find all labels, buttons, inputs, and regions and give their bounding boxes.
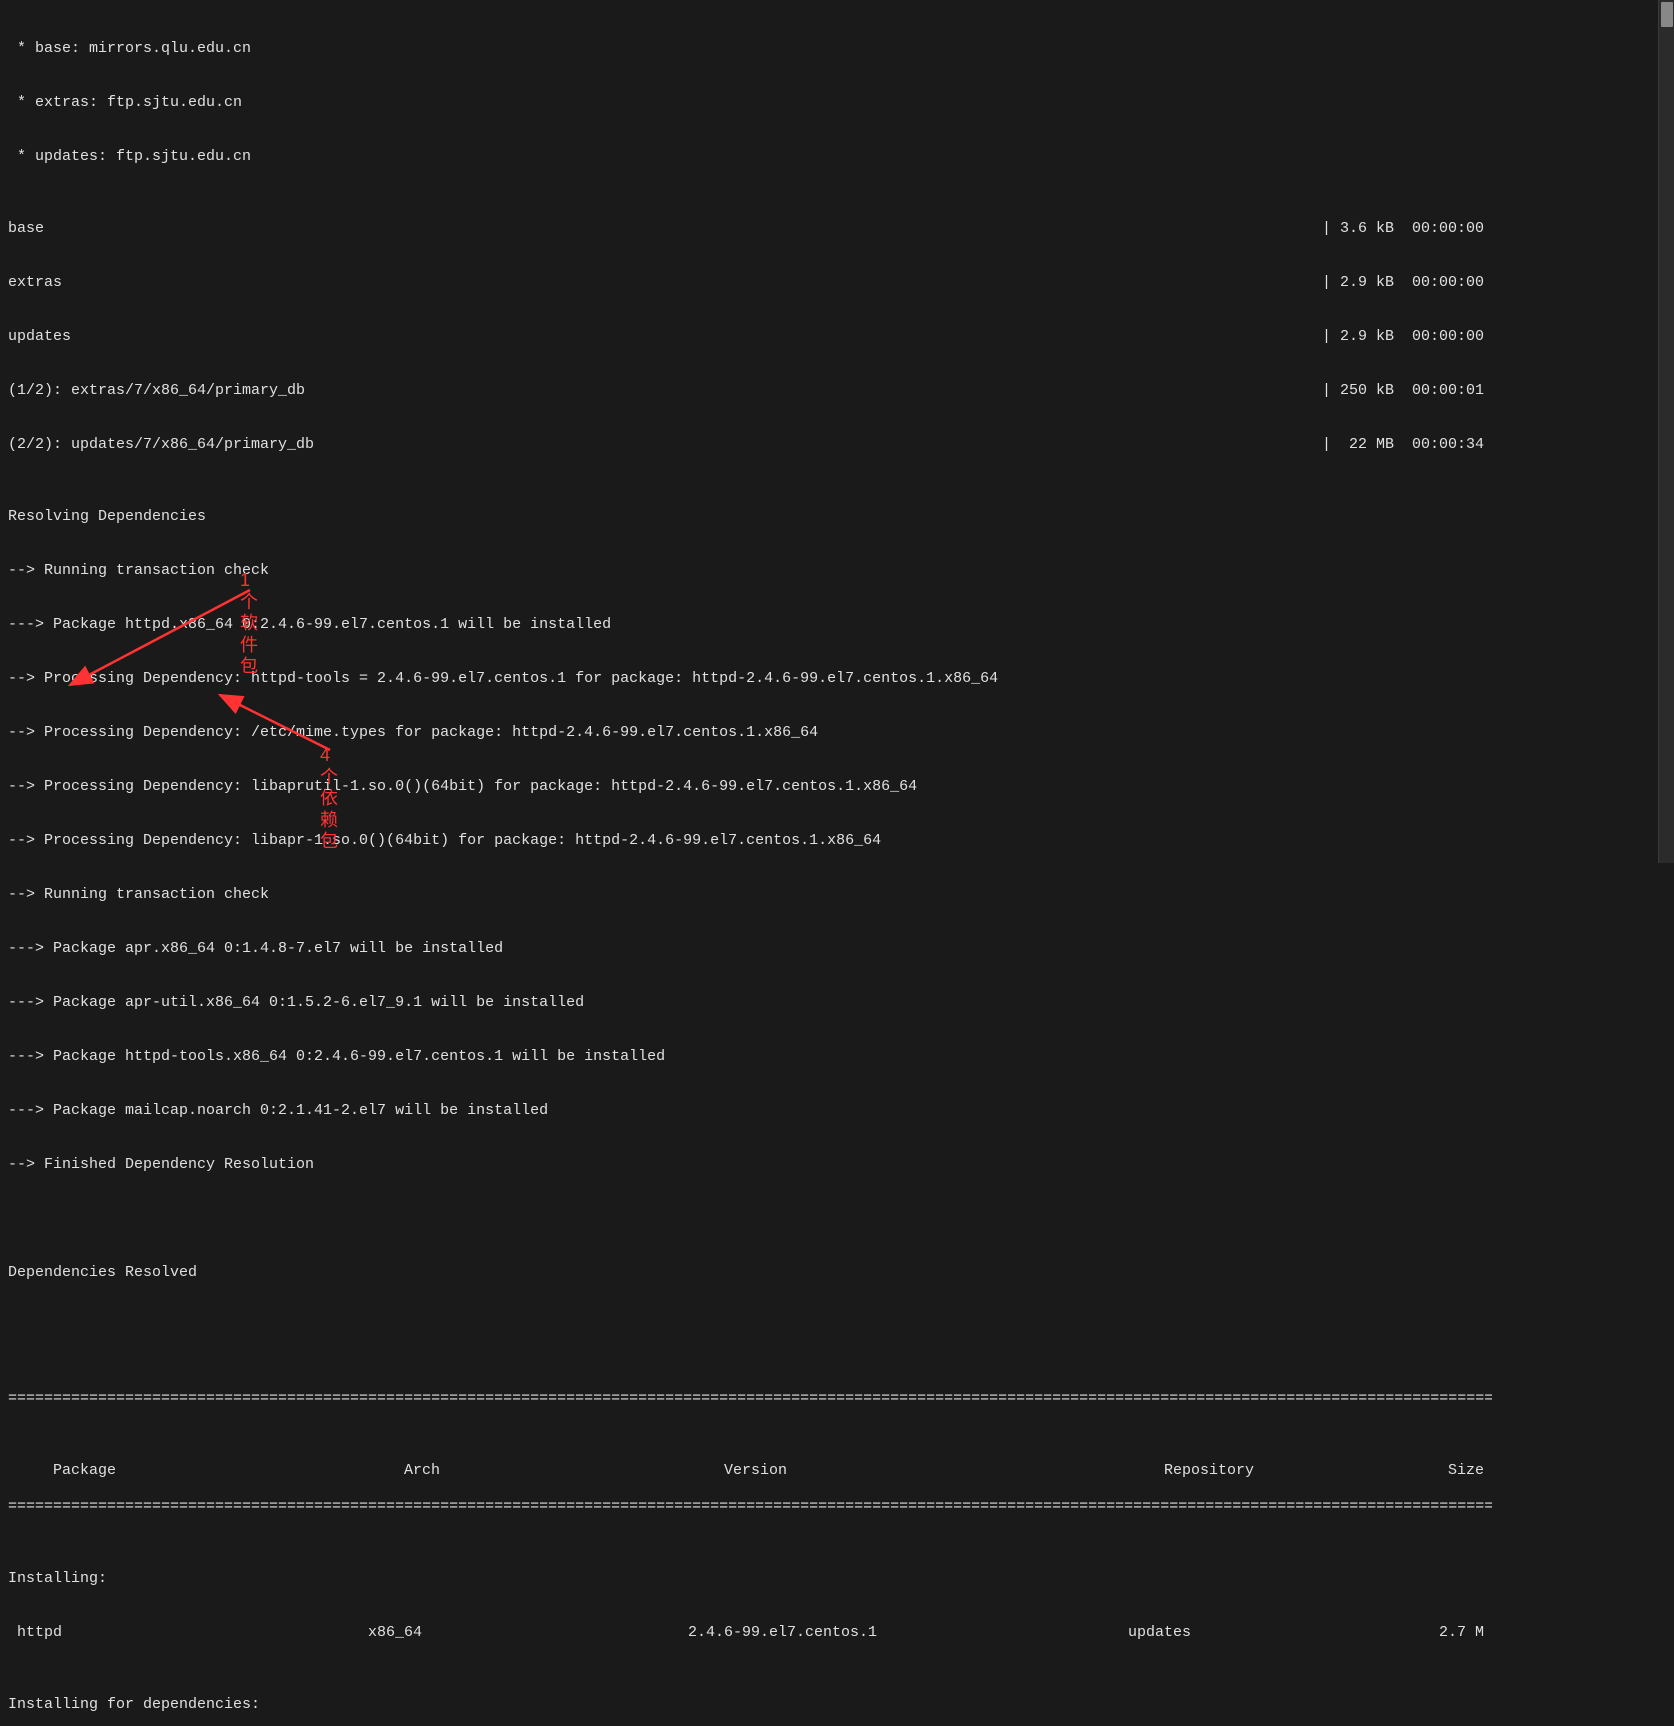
dep-line: --> Running transaction check: [8, 886, 1492, 904]
repo-row: (2/2): updates/7/x86_64/primary_db| 22 M…: [8, 436, 1492, 454]
section-installing: Installing:: [8, 1570, 1492, 1588]
table-header: PackageArchVersionRepositorySize: [8, 1444, 1492, 1462]
blank-line: [8, 1318, 1492, 1336]
mirror-extras: * extras: ftp.sjtu.edu.cn: [8, 94, 1492, 112]
blank-line: [8, 1210, 1492, 1228]
table-row: httpdx86_642.4.6-99.el7.centos.1updates2…: [8, 1624, 1492, 1642]
repo-row: (1/2): extras/7/x86_64/primary_db| 250 k…: [8, 382, 1492, 400]
dep-line: --> Finished Dependency Resolution: [8, 1156, 1492, 1174]
dep-line: ---> Package httpd.x86_64 0:2.4.6-99.el7…: [8, 616, 1492, 634]
repo-row: base| 3.6 kB 00:00:00: [8, 220, 1492, 238]
terminal-output[interactable]: * base: mirrors.qlu.edu.cn * extras: ftp…: [0, 0, 1500, 1726]
section-installing-deps: Installing for dependencies:: [8, 1696, 1492, 1714]
dep-line: --> Running transaction check: [8, 562, 1492, 580]
repo-row: extras| 2.9 kB 00:00:00: [8, 274, 1492, 292]
divider: ========================================…: [8, 1498, 1492, 1516]
scrollbar-thumb[interactable]: [1661, 2, 1673, 27]
dep-line: ---> Package httpd-tools.x86_64 0:2.4.6-…: [8, 1048, 1492, 1066]
dep-line: Resolving Dependencies: [8, 508, 1492, 526]
dep-line: --> Processing Dependency: libapr-1.so.0…: [8, 832, 1492, 850]
dep-line: --> Processing Dependency: libaprutil-1.…: [8, 778, 1492, 796]
dep-line: ---> Package apr-util.x86_64 0:1.5.2-6.e…: [8, 994, 1492, 1012]
dep-line: ---> Package mailcap.noarch 0:2.1.41-2.e…: [8, 1102, 1492, 1120]
dep-line: --> Processing Dependency: httpd-tools =…: [8, 670, 1492, 688]
deps-resolved: Dependencies Resolved: [8, 1264, 1492, 1282]
repo-row: updates| 2.9 kB 00:00:00: [8, 328, 1492, 346]
dep-line: ---> Package apr.x86_64 0:1.4.8-7.el7 wi…: [8, 940, 1492, 958]
mirror-updates: * updates: ftp.sjtu.edu.cn: [8, 148, 1492, 166]
dep-line: --> Processing Dependency: /etc/mime.typ…: [8, 724, 1492, 742]
mirror-base: * base: mirrors.qlu.edu.cn: [8, 40, 1492, 58]
divider: ========================================…: [8, 1390, 1492, 1408]
scrollbar-track[interactable]: [1658, 0, 1674, 863]
